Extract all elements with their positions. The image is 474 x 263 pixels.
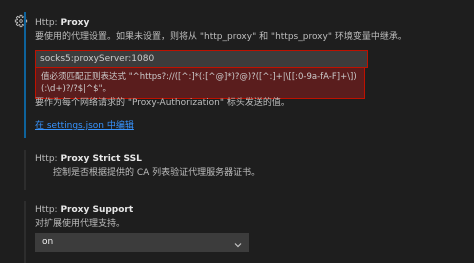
- chevron-down-icon: [234, 239, 242, 248]
- setting-category: Http:: [35, 18, 58, 28]
- setting-key: Proxy: [60, 18, 90, 28]
- setting-description: 控制是否根据提供的 CA 列表验证代理服务器证书。: [53, 168, 261, 178]
- setting-title: Http: Proxy Support: [35, 204, 474, 217]
- proxy-authorization-description: 要作为每个网络请求的 "Proxy-Authorization" 标头发送的值。: [35, 98, 290, 108]
- select-value: on: [42, 237, 54, 247]
- edit-in-settings-json-link[interactable]: 在 settings.json 中编辑: [35, 120, 134, 133]
- validation-error-message: 值必须匹配正则表达式 "^https?://([^:]*(:[^@]*)?@)?…: [35, 67, 365, 99]
- setting-description: 对扩展使用代理支持。: [35, 219, 126, 229]
- proxy-input[interactable]: socks5:proxyServer:1080: [35, 50, 368, 68]
- setting-key: Proxy Support: [60, 205, 134, 215]
- setting-title: Http: Proxy Strict SSL: [35, 153, 474, 166]
- setting-http-proxy-strict-ssl: Http: Proxy Strict SSL 控制是否根据提供的 CA 列表验证…: [24, 150, 474, 190]
- setting-category: Http:: [35, 205, 58, 215]
- setting-title: Http: Proxy: [35, 17, 474, 30]
- setting-category: Http:: [35, 154, 58, 164]
- setting-description: 要使用的代理设置。如果未设置，则将从 "http_proxy" 和 "https…: [35, 32, 407, 42]
- setting-http-proxy-support: Http: Proxy Support 对扩展使用代理支持。: [24, 201, 474, 263]
- proxy-support-select[interactable]: on: [35, 233, 249, 252]
- setting-key: Proxy Strict SSL: [60, 154, 142, 164]
